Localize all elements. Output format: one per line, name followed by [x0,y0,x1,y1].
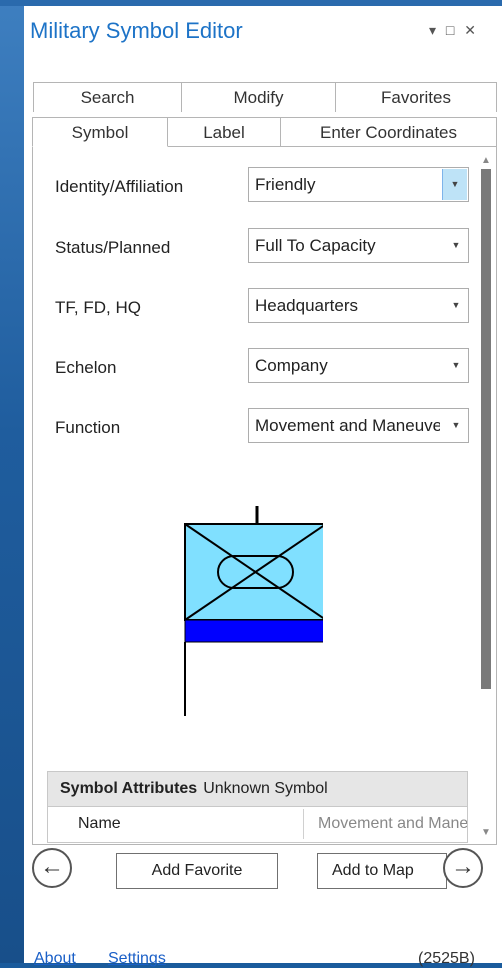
window-controls: ▾ □ ✕ [429,22,482,39]
arrow-right-icon: → [451,853,475,880]
pane-titlebar: Military Symbol Editor ▾ □ ✕ [24,6,502,62]
echelon-label: Echelon [55,358,117,377]
tf-fd-hq-dropdown[interactable]: Headquarters ▼ [248,288,469,323]
add-favorite-button[interactable]: Add Favorite [116,853,278,889]
scroll-thumb[interactable] [481,169,491,689]
forward-button[interactable]: → [443,848,483,888]
maximize-icon[interactable]: □ [446,22,454,38]
scroll-down-icon[interactable]: ▼ [481,827,491,838]
tab-symbol[interactable]: Symbol [32,117,168,147]
column-divider [303,809,304,839]
tab-search[interactable]: Search [33,82,182,112]
options-menu-icon[interactable]: ▾ [429,22,436,39]
pane-title: Military Symbol Editor [30,18,243,43]
attributes-header-title: Symbol Attributes [60,780,198,797]
about-link[interactable]: About [34,950,76,968]
function-value: Movement and Maneuver [255,416,440,435]
attribute-name: Name [78,815,121,832]
tab-modify[interactable]: Modify [181,82,336,112]
standard-code-label: (2525B) [418,950,475,967]
chevron-down-icon[interactable]: ▼ [444,289,468,322]
back-button[interactable]: ← [32,848,72,888]
tab-label[interactable]: Label [167,117,281,147]
function-dropdown[interactable]: Movement and Maneuver ▼ [248,408,469,443]
identity-affiliation-value: Friendly [255,175,316,194]
identity-affiliation-label: Identity/Affiliation [55,177,184,196]
status-planned-label: Status/Planned [55,238,171,257]
echelon-value: Company [255,356,328,375]
tab-enter-coordinates[interactable]: Enter Coordinates [280,117,497,147]
tf-fd-hq-value: Headquarters [255,296,359,315]
attribute-value: Movement and Maneuver [318,815,468,832]
function-label: Function [55,418,121,437]
symbol-attributes-table: Symbol Attributes Unknown Symbol Name Mov… [47,771,468,843]
close-icon[interactable]: ✕ [464,22,476,39]
chevron-down-icon[interactable]: ▼ [444,229,468,262]
identity-affiliation-dropdown[interactable]: Friendly ▼ [248,167,469,202]
attributes-header: Symbol Attributes Unknown Symbol [48,772,467,807]
tab-favorites[interactable]: Favorites [335,82,497,112]
settings-link[interactable]: Settings [108,950,166,968]
desktop-background [0,0,24,963]
attributes-header-status: Unknown Symbol [203,780,328,797]
echelon-dropdown[interactable]: Company ▼ [248,348,469,383]
chevron-down-icon[interactable]: ▼ [444,349,468,382]
capacity-bar [184,619,323,643]
tf-fd-hq-label: TF, FD, HQ [55,298,141,317]
symbol-tab-content: Identity/Affiliation Friendly ▼ Status/P… [32,146,497,845]
content-scrollbar[interactable]: ▲ [479,155,493,845]
chevron-down-icon[interactable]: ▼ [442,169,467,200]
symbol-preview [184,506,323,716]
arrow-left-icon: ← [40,853,64,880]
symbol-editor-pane: Military Symbol Editor ▾ □ ✕ Search Modi… [24,6,502,963]
status-planned-value: Full To Capacity [255,236,376,255]
status-planned-dropdown[interactable]: Full To Capacity ▼ [248,228,469,263]
scroll-up-icon[interactable]: ▲ [480,155,492,167]
add-to-map-button[interactable]: Add to Map [317,853,447,889]
chevron-down-icon[interactable]: ▼ [444,409,468,442]
table-row[interactable]: Name Movement and Maneuver [48,807,467,841]
